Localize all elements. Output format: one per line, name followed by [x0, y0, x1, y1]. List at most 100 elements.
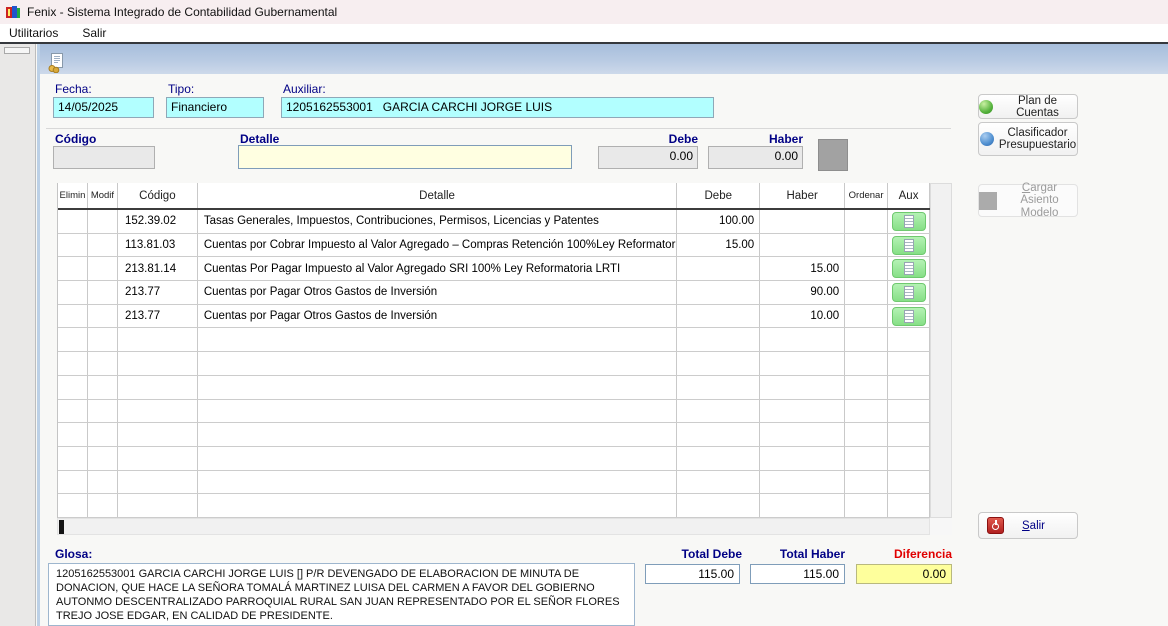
header-modif[interactable]: Modif: [88, 183, 118, 208]
clasificador-line2: Presupuestario: [999, 139, 1076, 151]
aux-document-icon: [904, 262, 914, 275]
cell-elimin[interactable]: [58, 210, 88, 233]
cell-haber[interactable]: 90.00: [760, 281, 845, 304]
menu-utilitarios[interactable]: Utilitarios: [9, 26, 58, 40]
cell-elimin[interactable]: [58, 305, 88, 328]
fecha-field[interactable]: 14/05/2025: [53, 97, 154, 118]
header-elimin[interactable]: Elimin: [58, 183, 88, 208]
cell-haber[interactable]: [760, 234, 845, 257]
cell-modif[interactable]: [88, 281, 118, 304]
menu-salir[interactable]: Salir: [82, 26, 106, 40]
auxiliar-field[interactable]: 1205162553001 GARCIA CARCHI JORGE LUIS: [281, 97, 714, 118]
table-row-empty[interactable]: [58, 447, 930, 471]
cell-ordenar[interactable]: [845, 210, 888, 233]
aux-button[interactable]: [892, 212, 926, 231]
cell-detalle[interactable]: Cuentas Por Pagar Impuesto al Valor Agre…: [198, 257, 677, 280]
cell-haber[interactable]: 10.00: [760, 305, 845, 328]
cell-aux: [888, 234, 930, 257]
cell-debe[interactable]: [677, 281, 760, 304]
glosa-textarea[interactable]: 1205162553001 GARCIA CARCHI JORGE LUIS […: [48, 563, 635, 626]
aux-document-icon: [904, 286, 914, 299]
cell-haber[interactable]: [760, 210, 845, 233]
cargar-line2: Modelo: [1021, 207, 1059, 219]
total-haber-label: Total Haber: [750, 547, 845, 561]
codigo-entry-field[interactable]: [53, 146, 155, 169]
clasificador-presupuestario-button[interactable]: Clasificador Presupuestario: [978, 122, 1078, 156]
table-row[interactable]: 152.39.02 Tasas Generales, Impuestos, Co…: [58, 210, 930, 234]
salir-button[interactable]: Salir: [978, 512, 1078, 539]
table-row[interactable]: 113.81.03 Cuentas por Cobrar Impuesto al…: [58, 234, 930, 258]
cell-ordenar[interactable]: [845, 305, 888, 328]
table-row[interactable]: 213.77 Cuentas por Pagar Otros Gastos de…: [58, 281, 930, 305]
cell-modif[interactable]: [88, 234, 118, 257]
cell-codigo[interactable]: 152.39.02: [118, 210, 198, 233]
cargar-accel: C: [1022, 182, 1030, 194]
add-entry-button[interactable]: [818, 139, 848, 171]
plan-de-cuentas-label: Plan de Cuentas: [998, 95, 1077, 119]
detalle-entry-label: Detalle: [240, 132, 279, 146]
table-horizontal-scrollbar[interactable]: [57, 518, 930, 535]
gray-square-icon: [979, 192, 997, 210]
tipo-field[interactable]: Financiero: [166, 97, 264, 118]
table-row-empty[interactable]: [58, 471, 930, 495]
table-row[interactable]: 213.81.14 Cuentas Por Pagar Impuesto al …: [58, 257, 930, 281]
cell-modif[interactable]: [88, 210, 118, 233]
table-row-empty[interactable]: [58, 352, 930, 376]
cell-aux: [888, 281, 930, 304]
cell-modif[interactable]: [88, 305, 118, 328]
cell-detalle[interactable]: Cuentas por Pagar Otros Gastos de Invers…: [198, 281, 677, 304]
tipo-label: Tipo:: [168, 82, 194, 96]
aux-button[interactable]: [892, 283, 926, 302]
table-row-empty[interactable]: [58, 423, 930, 447]
cell-elimin[interactable]: [58, 281, 88, 304]
cell-ordenar[interactable]: [845, 234, 888, 257]
debe-entry-label: Debe: [598, 132, 698, 146]
cell-detalle[interactable]: Cuentas por Pagar Otros Gastos de Invers…: [198, 305, 677, 328]
header-codigo[interactable]: Código: [118, 183, 198, 208]
aux-button[interactable]: [892, 307, 926, 326]
cell-aux: [888, 257, 930, 280]
table-row-empty[interactable]: [58, 376, 930, 400]
table-row-empty[interactable]: [58, 328, 930, 352]
aux-button[interactable]: [892, 259, 926, 278]
header-haber[interactable]: Haber: [760, 183, 845, 208]
table-row-empty[interactable]: [58, 494, 930, 518]
cell-codigo[interactable]: 213.81.14: [118, 257, 198, 280]
table-vertical-scrollbar[interactable]: [930, 183, 952, 518]
cell-debe[interactable]: [677, 305, 760, 328]
cell-detalle[interactable]: Tasas Generales, Impuestos, Contribucion…: [198, 210, 677, 233]
new-entry-icon[interactable]: [48, 53, 64, 73]
cell-modif[interactable]: [88, 257, 118, 280]
header-debe[interactable]: Debe: [677, 183, 760, 208]
table-row-empty[interactable]: [58, 400, 930, 424]
salir-accel: S: [1022, 520, 1030, 532]
auxiliar-label: Auxiliar:: [283, 82, 326, 96]
panel-grip[interactable]: [4, 47, 30, 54]
header-ordenar[interactable]: Ordenar: [845, 183, 888, 208]
haber-entry-field[interactable]: 0.00: [708, 146, 803, 169]
cell-ordenar[interactable]: [845, 281, 888, 304]
header-detalle[interactable]: Detalle: [198, 183, 677, 208]
header-aux[interactable]: Aux: [888, 183, 930, 208]
cell-haber[interactable]: 15.00: [760, 257, 845, 280]
plan-de-cuentas-button[interactable]: Plan de Cuentas: [978, 94, 1078, 119]
title-bar: Fenix - Sistema Integrado de Contabilida…: [0, 0, 1168, 24]
cell-codigo[interactable]: 213.77: [118, 305, 198, 328]
scrollbar-thumb[interactable]: [59, 520, 64, 534]
detalle-entry-field[interactable]: [238, 145, 572, 169]
aux-button[interactable]: [892, 236, 926, 255]
table-row[interactable]: 213.77 Cuentas por Pagar Otros Gastos de…: [58, 305, 930, 329]
cell-ordenar[interactable]: [845, 257, 888, 280]
diferencia-label: Diferencia: [856, 547, 952, 561]
cell-debe[interactable]: [677, 257, 760, 280]
cell-detalle[interactable]: Cuentas por Cobrar Impuesto al Valor Agr…: [198, 234, 677, 257]
debe-entry-field[interactable]: 0.00: [598, 146, 698, 169]
cell-elimin[interactable]: [58, 234, 88, 257]
blue-sphere-icon: [980, 132, 994, 146]
cell-codigo[interactable]: 213.77: [118, 281, 198, 304]
cell-codigo[interactable]: 113.81.03: [118, 234, 198, 257]
cell-elimin[interactable]: [58, 257, 88, 280]
cell-debe[interactable]: 15.00: [677, 234, 760, 257]
entries-table: Elimin Modif Código Detalle Debe Haber O…: [57, 183, 930, 518]
cell-debe[interactable]: 100.00: [677, 210, 760, 233]
